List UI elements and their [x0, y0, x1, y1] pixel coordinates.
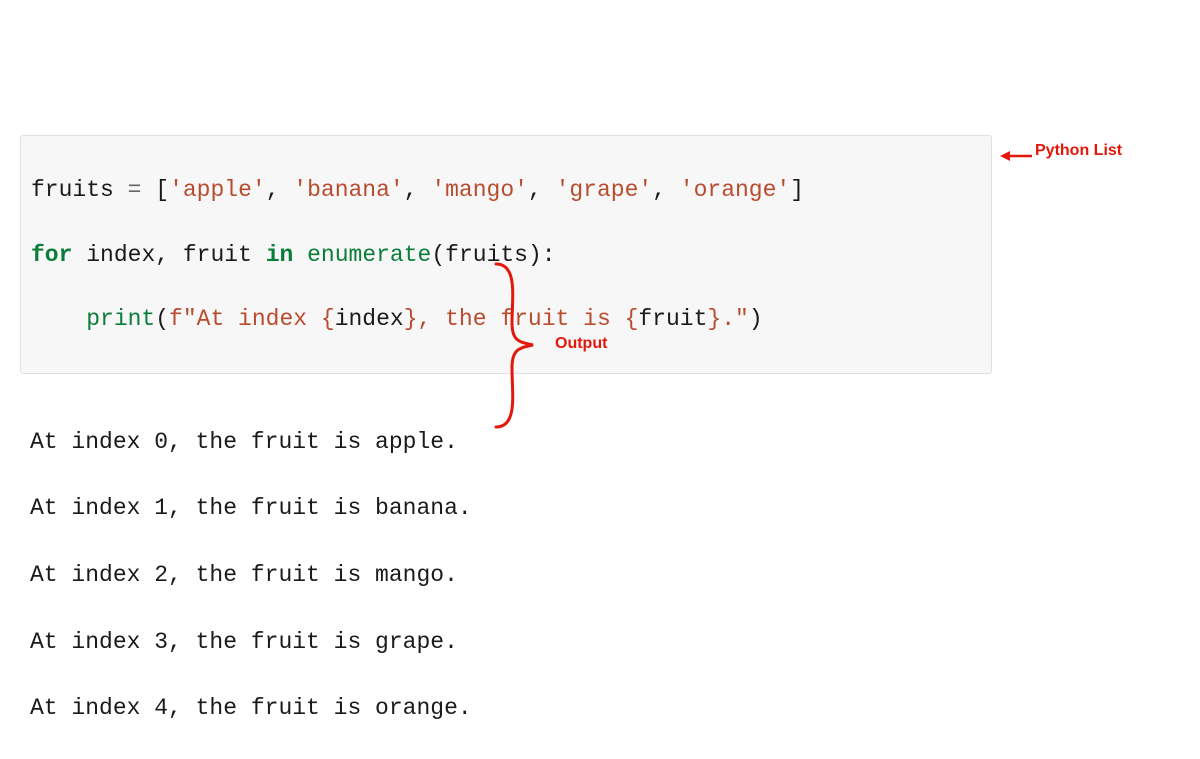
output-line-3: At index 3, the fruit is grape.: [30, 626, 472, 659]
comma: ,: [155, 242, 183, 268]
paren-open: (: [431, 242, 445, 268]
variable-fruit: fruit: [183, 242, 252, 268]
variable-fruits: fruits: [31, 177, 114, 203]
output-block: At index 0, the fruit is apple. At index…: [30, 392, 472, 759]
space: [252, 242, 266, 268]
variable-index: index: [86, 242, 155, 268]
space: [293, 242, 307, 268]
string-apple: 'apple': [169, 177, 266, 203]
builtin-print: print: [86, 306, 155, 332]
space: [72, 242, 86, 268]
keyword-for: for: [31, 242, 72, 268]
comma: ,: [266, 177, 294, 203]
output-line-0: At index 0, the fruit is apple.: [30, 426, 472, 459]
output-line-1: At index 1, the fruit is banana.: [30, 492, 472, 525]
annotation-output: Output: [555, 335, 607, 353]
fstring-suffix: .": [721, 306, 749, 332]
brace-close: }: [404, 306, 418, 332]
curly-brace-icon: [490, 258, 550, 433]
brace-open: {: [321, 306, 335, 332]
string-mango: 'mango': [431, 177, 528, 203]
string-banana: 'banana': [293, 177, 403, 203]
arrow-left-icon: [1000, 147, 1032, 170]
code-line-1: fruits = ['apple', 'banana', 'mango', 'g…: [31, 174, 981, 206]
comma: ,: [528, 177, 556, 203]
paren-open: (: [155, 306, 169, 332]
brace-close: }: [707, 306, 721, 332]
annotation-python-list: Python List: [1035, 142, 1122, 160]
brace-open: {: [625, 306, 639, 332]
string-grape: 'grape': [556, 177, 653, 203]
keyword-in: in: [266, 242, 294, 268]
fexpr-index: index: [335, 306, 404, 332]
comma: ,: [404, 177, 432, 203]
fstring-prefix: f"At index: [169, 306, 321, 332]
bracket-close: ]: [790, 177, 804, 203]
builtin-enumerate: enumerate: [307, 242, 431, 268]
indent: [31, 306, 86, 332]
output-line-4: At index 4, the fruit is orange.: [30, 692, 472, 725]
string-orange: 'orange': [680, 177, 790, 203]
comma: ,: [652, 177, 680, 203]
operator-assign: =: [114, 177, 155, 203]
bracket-open: [: [155, 177, 169, 203]
output-line-2: At index 2, the fruit is mango.: [30, 559, 472, 592]
fexpr-fruit: fruit: [638, 306, 707, 332]
paren-close: ): [749, 306, 763, 332]
